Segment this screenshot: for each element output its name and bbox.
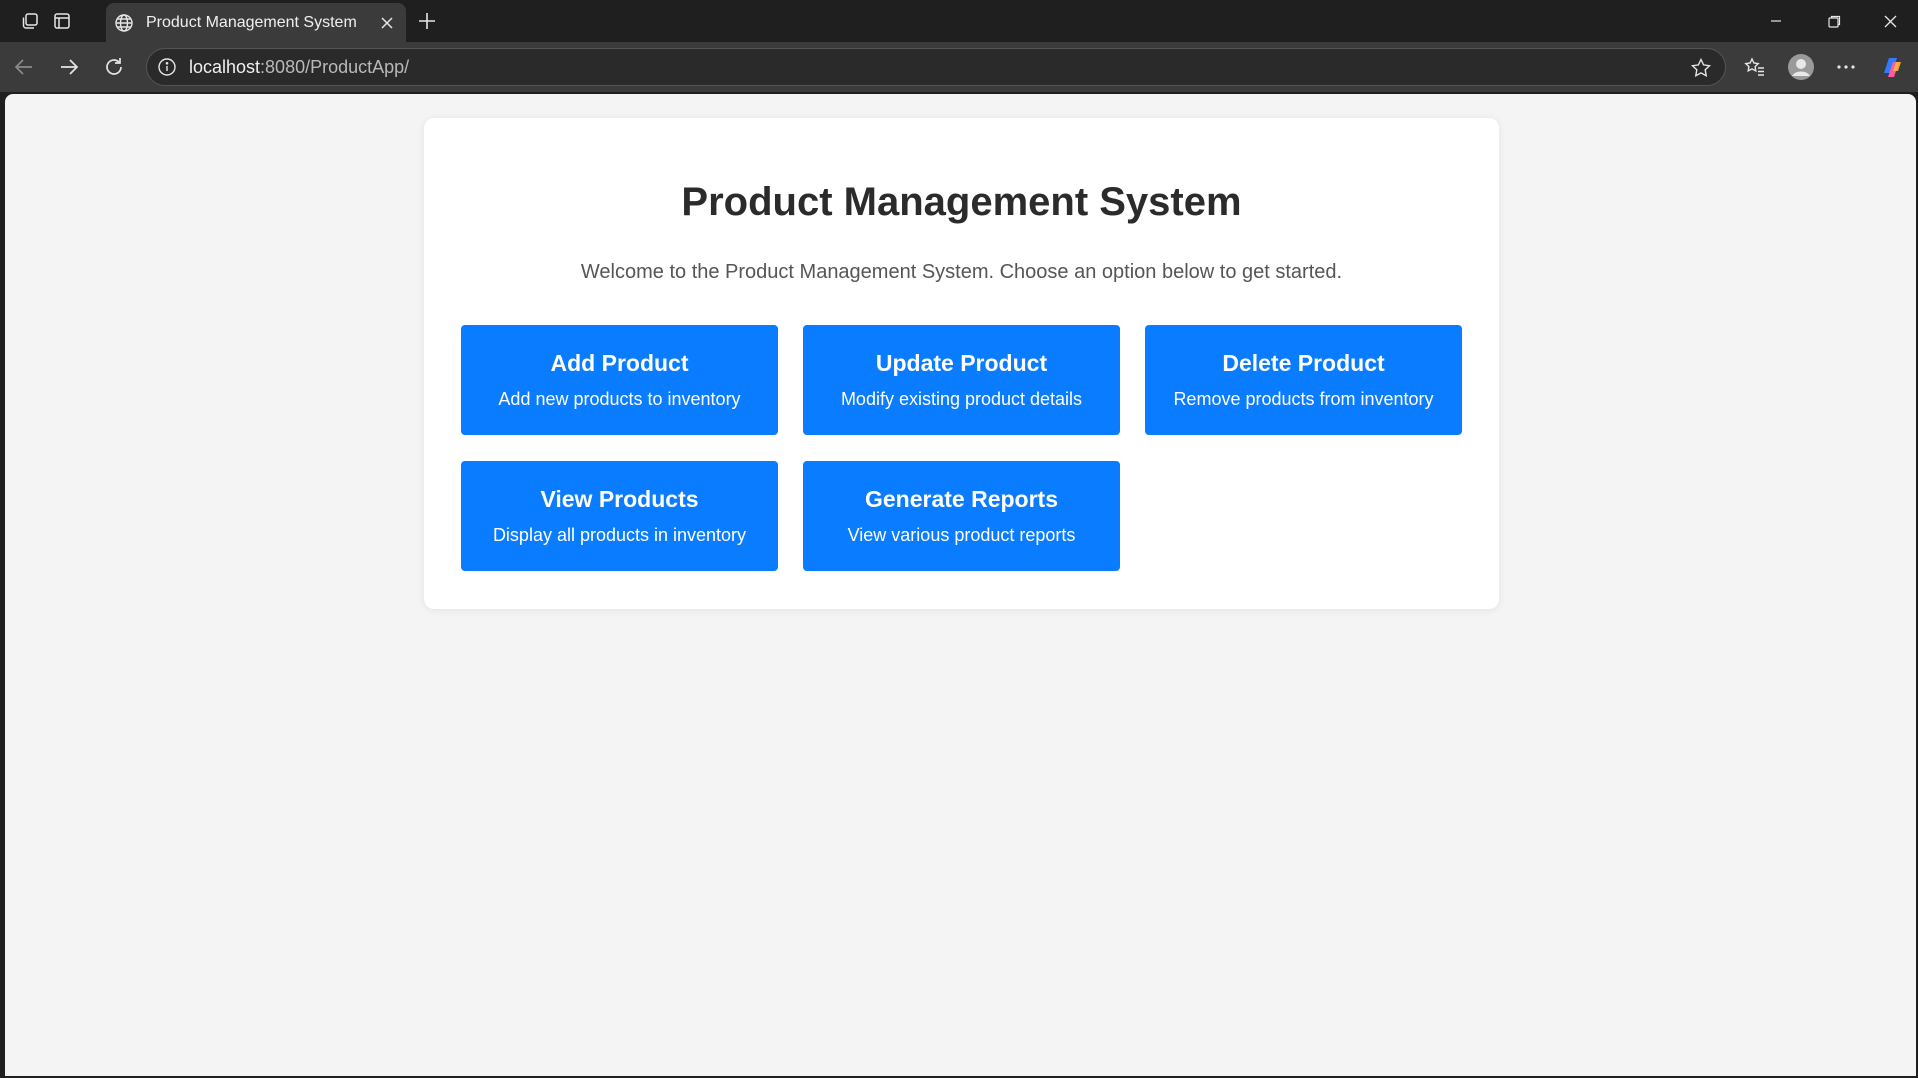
address-bar[interactable]: localhost:8080/ProductApp/	[146, 48, 1726, 86]
view-products-button[interactable]: View Products Display all products in in…	[461, 461, 778, 571]
page-subtitle: Welcome to the Product Management System…	[580, 261, 1343, 283]
close-tab-icon[interactable]	[372, 8, 402, 38]
favorites-icon[interactable]	[1737, 50, 1773, 84]
action-description: Add new products to inventory	[498, 389, 741, 409]
forward-icon[interactable]	[51, 50, 87, 84]
action-description: Modify existing product details	[840, 389, 1083, 409]
delete-product-button[interactable]: Delete Product Remove products from inve…	[1145, 325, 1462, 435]
action-title: Update Product	[875, 350, 1048, 376]
page-title: Product Management System	[681, 180, 1242, 224]
generate-reports-button[interactable]: Generate Reports View various product re…	[803, 461, 1120, 571]
vertical-tabs-icon[interactable]	[46, 7, 78, 35]
update-product-button[interactable]: Update Product Modify existing product d…	[803, 325, 1120, 435]
workspaces-icon[interactable]	[14, 7, 46, 35]
action-description: Display all products in inventory	[492, 525, 747, 545]
new-tab-icon[interactable]	[412, 7, 442, 35]
action-title: Delete Product	[1222, 350, 1385, 376]
more-options-icon[interactable]	[1828, 50, 1864, 84]
add-product-button[interactable]: Add Product Add new products to inventor…	[461, 325, 778, 435]
restore-icon[interactable]	[1806, 0, 1862, 42]
action-title: View Products	[540, 486, 699, 512]
back-icon[interactable]	[6, 50, 42, 84]
action-description: Remove products from inventory	[1173, 389, 1434, 409]
browser-titlebar: Product Management System	[0, 0, 1918, 42]
page-viewport: Product Management System Welcome to the…	[5, 94, 1916, 1076]
copilot-icon[interactable]	[1874, 50, 1910, 84]
tab-title: Product Management System	[146, 13, 357, 31]
reload-icon[interactable]	[96, 50, 132, 84]
minimize-icon[interactable]	[1748, 0, 1804, 42]
tab-product-management[interactable]: Product Management System	[106, 3, 406, 42]
globe-icon	[114, 13, 134, 33]
browser-toolbar: localhost:8080/ProductApp/	[0, 42, 1918, 92]
main-card: Product Management System Welcome to the…	[424, 118, 1499, 609]
profile-avatar-icon[interactable]	[1783, 50, 1819, 84]
action-title: Generate Reports	[864, 486, 1058, 512]
url-text: localhost:8080/ProductApp/	[189, 56, 410, 77]
action-title: Add Product	[550, 350, 689, 376]
close-window-icon[interactable]	[1862, 0, 1918, 42]
action-grid: Add Product Add new products to inventor…	[461, 325, 1462, 571]
favorite-star-icon[interactable]	[1689, 56, 1713, 80]
site-info-icon[interactable]	[157, 57, 177, 77]
action-description: View various product reports	[847, 525, 1076, 545]
